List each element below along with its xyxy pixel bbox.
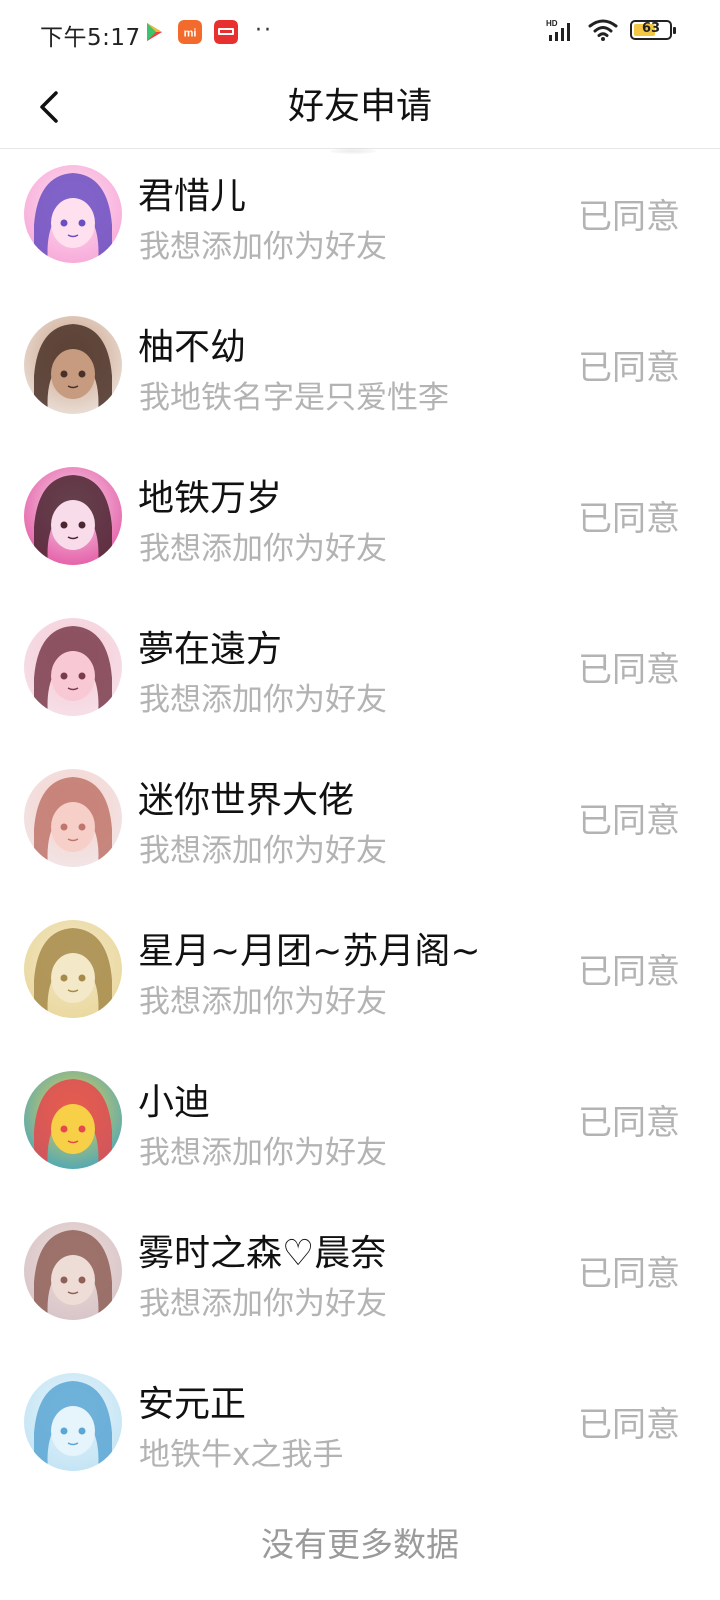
status-label: 已同意: [578, 801, 680, 841]
request-message: 我想添加你为好友: [139, 1286, 387, 1322]
avatar[interactable]: [24, 769, 122, 867]
request-message: 我想添加你为好友: [139, 229, 387, 265]
request-message: 我想添加你为好友: [139, 984, 387, 1020]
no-more-data-text: 没有更多数据: [261, 1525, 459, 1564]
status-label: 已同意: [578, 952, 680, 992]
list-item[interactable]: 夢在遠方我想添加你为好友 已同意: [0, 590, 720, 741]
list-item[interactable]: 小迪我想添加你为好友 已同意: [0, 1043, 720, 1194]
friend-request-list: 君惜儿 我想添加你为好友 已同意 柚不幼 我地铁名字是只爱性李 已同意 地铁万岁 我想添加你为…: [0, 137, 720, 1496]
requester-name: 安元正: [138, 1384, 247, 1425]
avatar[interactable]: [24, 467, 122, 565]
requester-name: 星月~月团~苏月阁~: [138, 931, 481, 972]
avatar[interactable]: [24, 1222, 122, 1320]
status-label: 已同意: [578, 1254, 680, 1294]
requester-name: 君惜儿: [138, 176, 247, 217]
list-item[interactable]: 星月~月团~苏月阁~ 我想添加你为好友 已同意: [0, 892, 720, 1043]
network-label: HD: [546, 19, 558, 28]
app-red-icon: [214, 20, 238, 44]
status-bar: 下午5:17 mi ·· HD 63: [0, 0, 720, 66]
avatar[interactable]: [24, 1071, 122, 1169]
requester-name: 小迪: [138, 1082, 211, 1123]
avatar[interactable]: [24, 1373, 122, 1471]
battery-icon: 63: [630, 20, 676, 40]
requester-name: 夢在遠方: [138, 629, 283, 670]
page-title: 好友申请: [287, 86, 432, 127]
list-item[interactable]: 地铁万岁我想添加你为好友 已同意: [0, 439, 720, 590]
battery-text: 63: [641, 21, 661, 36]
more-notifications-icon: ··: [255, 18, 273, 43]
request-message: 我想添加你为好友: [139, 531, 387, 567]
status-right: HD 63: [546, 18, 676, 42]
list-item[interactable]: 柚不幼我地铁名字是只爱性李 已同意: [0, 288, 720, 439]
list-item[interactable]: 迷你世界大佬我想添加你为好友 已同意: [0, 741, 720, 892]
svg-text:mi: mi: [184, 28, 197, 40]
status-label: 已同意: [578, 499, 680, 539]
request-message: 我想添加你为好友: [139, 682, 387, 718]
cellular-signal-icon: HD: [546, 19, 570, 41]
status-label: 已同意: [578, 1103, 680, 1143]
avatar[interactable]: [24, 618, 122, 716]
avatar[interactable]: [24, 920, 122, 1018]
requester-name: 雾时之森♡晨奈: [138, 1233, 387, 1274]
status-time: 下午5:17: [40, 25, 141, 51]
request-message: 地铁牛x之我手: [139, 1437, 344, 1473]
avatar[interactable]: [24, 165, 122, 263]
request-message: 我地铁名字是只爱性李: [139, 380, 449, 416]
request-message: 我想添加你为好友: [139, 1135, 387, 1171]
wifi-icon: [588, 19, 618, 41]
status-label: 已同意: [578, 650, 680, 690]
requester-name: 迷你世界大佬: [138, 780, 355, 821]
status-label: 已同意: [578, 1405, 680, 1445]
list-item[interactable]: 安元正地铁牛x之我手 已同意: [0, 1345, 720, 1496]
play-store-icon: [147, 23, 162, 41]
avatar[interactable]: [24, 316, 122, 414]
requester-name: 柚不幼: [138, 327, 247, 368]
request-message: 我想添加你为好友: [139, 833, 387, 869]
notification-icons: mi: [142, 20, 238, 44]
requester-name: 地铁万岁: [138, 478, 283, 519]
status-label: 已同意: [578, 197, 680, 237]
mi-icon: mi: [178, 20, 202, 44]
list-item[interactable]: 君惜儿我想添加你为好友 已同意: [0, 137, 720, 288]
list-item[interactable]: 雾时之森♡晨奈我想添加你为好友 已同意: [0, 1194, 720, 1345]
status-label: 已同意: [578, 348, 680, 388]
